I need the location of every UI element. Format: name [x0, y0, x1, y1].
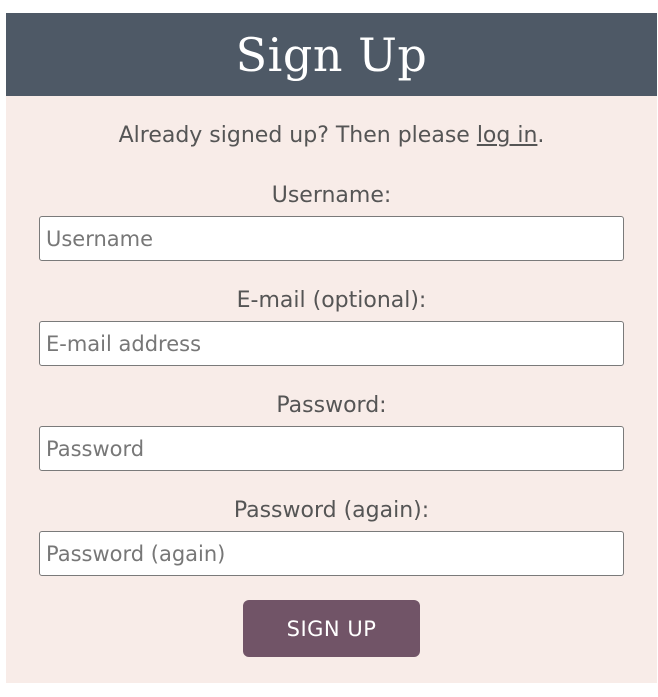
password-again-field[interactable] — [39, 531, 624, 576]
login-link[interactable]: log in — [477, 123, 538, 148]
page-header: Sign Up — [6, 13, 657, 96]
login-prompt-period: . — [537, 123, 545, 148]
signup-button[interactable]: SIGN UP — [243, 600, 420, 657]
password-label: Password: — [276, 393, 387, 418]
email-field[interactable] — [39, 321, 624, 366]
signup-card: Sign Up Already signed up? Then please l… — [6, 13, 657, 683]
username-field[interactable] — [39, 216, 624, 261]
password-field[interactable] — [39, 426, 624, 471]
page-title: Sign Up — [235, 27, 428, 82]
username-label: Username: — [271, 183, 392, 208]
email-label: E-mail (optional): — [236, 288, 427, 313]
password-again-label: Password (again): — [233, 498, 430, 523]
login-prompt: Already signed up? Then please log in. — [6, 123, 657, 148]
login-prompt-text: Already signed up? Then please — [118, 123, 477, 148]
